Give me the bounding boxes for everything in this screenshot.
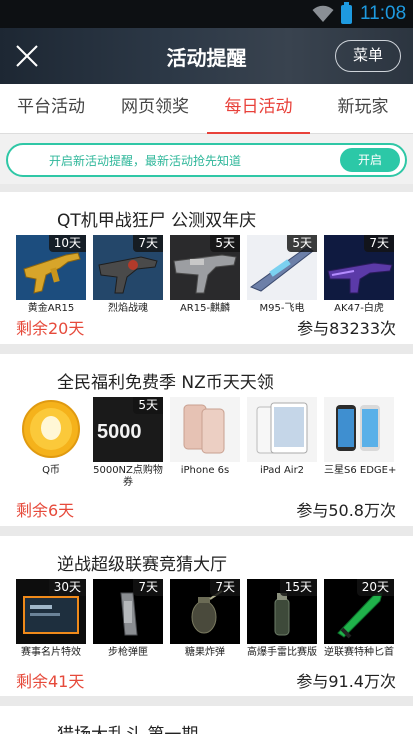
prize-item[interactable]: 5000 5天 5000NZ点购物券 (93, 397, 163, 489)
duration-badge: 5天 (133, 397, 163, 414)
prize-image-m95-sniper: 5天 (247, 235, 317, 300)
wifi-icon (312, 5, 334, 22)
battery-icon (341, 2, 352, 24)
prize-name: AK47-白虎 (334, 303, 384, 314)
prize-item[interactable]: 7天 烈焰战魂 (93, 235, 163, 315)
prize-item[interactable]: 7天 步枪弹匣 (93, 579, 163, 659)
status-bar: 11:08 (0, 0, 413, 28)
prize-name: Q币 (42, 465, 60, 476)
activity-title: 逆战超级联赛竞猜大厅 (57, 555, 227, 575)
duration-badge: 5天 (210, 235, 240, 252)
duration-badge: 7天 (364, 235, 394, 252)
prize-item[interactable]: Q币 (16, 397, 86, 477)
prize-item[interactable]: 20天 逆联赛特种匕首 (324, 579, 394, 659)
prize-item[interactable]: iPad Air2 (247, 397, 317, 477)
duration-badge: 7天 (133, 235, 163, 252)
duration-badge: 7天 (133, 579, 163, 596)
prize-item[interactable]: 5天 M95-飞电 (247, 235, 317, 315)
close-icon[interactable] (12, 41, 42, 71)
activity-card[interactable]: 全民福利免费季 NZ币天天领 Q币 5000 5天 5000NZ点购物券 iPh… (0, 354, 413, 526)
prize-name: 逆联赛特种匕首 (324, 647, 394, 658)
days-remaining: 剩余41天 (16, 672, 85, 691)
app-header: 活动提醒 菜单 (0, 28, 413, 84)
prize-image-iphone (170, 397, 240, 462)
prize-name: iPhone 6s (180, 465, 230, 476)
prize-image-grenade: 15天 (247, 579, 317, 644)
notice-banner: 开启新活动提醒，最新活动抢先知道 开启 (6, 143, 407, 177)
prize-image-nz-voucher: 5000 5天 (93, 397, 163, 462)
prize-image-name-card-effect: 30天 (16, 579, 86, 644)
days-remaining: 剩余20天 (16, 319, 85, 338)
prize-image-candy-bomb: 7天 (170, 579, 240, 644)
notice-text: 开启新活动提醒，最新活动抢先知道 (49, 154, 242, 168)
prize-name: 糖果炸弹 (185, 647, 225, 658)
tab-web-rewards[interactable]: 网页领奖 (112, 84, 198, 134)
notice-area: 开启新活动提醒，最新活动抢先知道 开启 (0, 134, 413, 184)
prize-image-rifle-magazine: 7天 (93, 579, 163, 644)
activity-card[interactable]: 猎场大乱斗 第一期 (0, 706, 413, 734)
participation-count: 参与91.4万次 (296, 672, 396, 691)
prize-item[interactable]: 15天 高爆手雷比赛版 (247, 579, 317, 659)
prize-image-qilin-rifle: 5天 (170, 235, 240, 300)
prize-item[interactable]: 5天 AR15-麒麟 (170, 235, 240, 315)
activity-card[interactable]: QT机甲战狂尸 公测双年庆 10天 黄金AR15 7天 烈焰战魂 5天 AR15… (0, 192, 413, 344)
prize-name: 烈焰战魂 (108, 303, 148, 314)
prize-image-flame-gun: 7天 (93, 235, 163, 300)
tab-new-players[interactable]: 新玩家 (323, 84, 403, 134)
participation-count: 参与50.8万次 (296, 501, 396, 520)
menu-button[interactable]: 菜单 (335, 40, 401, 72)
enable-reminder-button[interactable]: 开启 (340, 148, 400, 172)
prize-item[interactable]: 三星S6 EDGE+ (324, 397, 397, 477)
tab-daily-activities[interactable]: 每日活动 (207, 84, 310, 134)
prize-item[interactable]: 30天 赛事名片特效 (16, 579, 86, 659)
prize-name: 赛事名片特效 (21, 647, 81, 658)
prize-image-golden-rifle: 10天 (16, 235, 86, 300)
prize-item[interactable]: iPhone 6s (170, 397, 240, 477)
prize-name: 黄金AR15 (27, 303, 75, 314)
status-time: 11:08 (360, 3, 407, 24)
duration-badge: 5天 (287, 235, 317, 252)
prize-name: 步枪弹匣 (108, 647, 148, 658)
prize-item[interactable]: 7天 AK47-白虎 (324, 235, 394, 315)
prize-image-galaxy-phone (324, 397, 394, 462)
prize-image-ipad (247, 397, 317, 462)
activity-card[interactable]: 逆战超级联赛竞猜大厅 30天 赛事名片特效 7天 步枪弹匣 7天 糖果炸弹 15… (0, 536, 413, 696)
prize-image-dagger: 20天 (324, 579, 394, 644)
prize-item[interactable]: 10天 黄金AR15 (16, 235, 86, 315)
duration-badge: 15天 (279, 579, 317, 596)
duration-badge: 20天 (356, 579, 394, 596)
prize-name: 高爆手雷比赛版 (247, 647, 317, 658)
activity-title: QT机甲战狂尸 公测双年庆 (57, 211, 257, 231)
activity-title: 猎场大乱斗 第一期 (57, 720, 198, 734)
activity-title: 全民福利免费季 NZ币天天领 (57, 373, 274, 393)
prize-name: 5000NZ点购物券 (93, 465, 163, 488)
prize-image-q-coin (16, 397, 86, 462)
tab-platform-activities[interactable]: 平台活动 (10, 84, 92, 134)
prize-name: AR15-麒麟 (179, 303, 231, 314)
tab-bar: 平台活动 网页领奖 每日活动 新玩家 (0, 84, 413, 134)
duration-badge: 30天 (48, 579, 86, 596)
duration-badge: 10天 (48, 235, 86, 252)
prize-image-ak47-tiger: 7天 (324, 235, 394, 300)
voucher-amount: 5000 (97, 421, 142, 443)
duration-badge: 7天 (210, 579, 240, 596)
prize-name: M95-飞电 (259, 303, 305, 314)
days-remaining: 剩余6天 (16, 501, 75, 520)
prize-name: iPad Air2 (259, 465, 305, 476)
prize-item[interactable]: 7天 糖果炸弹 (170, 579, 240, 659)
participation-count: 参与83233次 (297, 319, 396, 338)
prize-name: 三星S6 EDGE+ (324, 465, 397, 476)
